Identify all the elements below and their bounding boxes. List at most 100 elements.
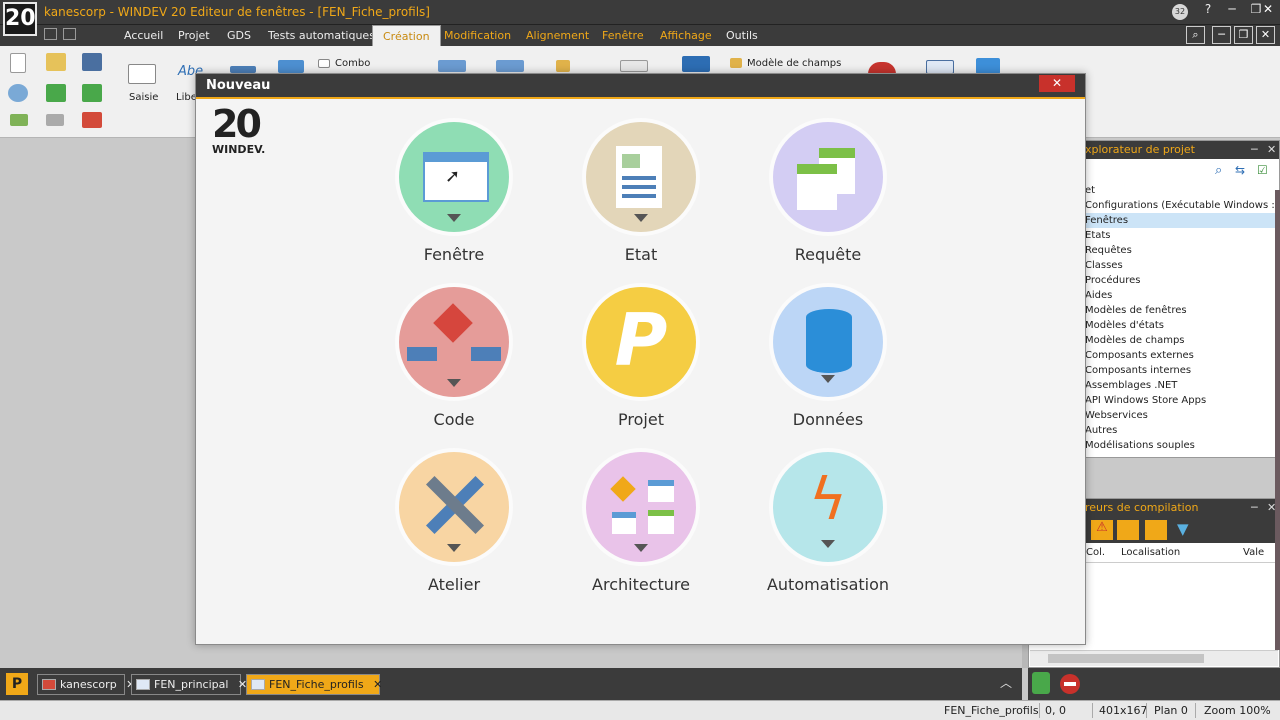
panel-close-icon[interactable]: ✕ — [1267, 141, 1276, 159]
minimize-icon[interactable]: ─ — [1222, 2, 1242, 16]
automatisation-icon[interactable]: ϟ — [773, 452, 883, 562]
structure-icon[interactable] — [82, 112, 102, 128]
code-icon[interactable] — [399, 287, 509, 397]
projet-letter: P — [614, 298, 668, 382]
internal-window-icon[interactable] — [926, 60, 954, 74]
close-window-icon[interactable]: ✕ — [1258, 2, 1278, 16]
info-icon[interactable] — [1117, 520, 1139, 540]
tile-code[interactable]: Code — [374, 287, 534, 429]
menu-fenetre[interactable]: Fenêtre — [602, 29, 644, 42]
menu-projet[interactable]: Projet — [178, 29, 210, 42]
dialog-close-button[interactable]: ✕ — [1039, 75, 1075, 92]
sync-icon[interactable]: ⇆ — [1235, 163, 1245, 177]
toolbar-field-icon[interactable] — [976, 58, 1000, 74]
save-icon[interactable] — [82, 53, 102, 71]
menu-alignement[interactable]: Alignement — [526, 29, 589, 42]
editor-background — [0, 138, 195, 665]
list-field-icon[interactable] — [496, 60, 524, 72]
search-icon[interactable]: ⌕ — [1186, 26, 1205, 44]
tab-close-icon[interactable]: ✕ — [373, 678, 382, 691]
status-position: 0, 0 — [1045, 704, 1066, 717]
window-title: kanescorp - WINDEV 20 Editeur de fenêtre… — [44, 5, 430, 19]
saisie-field-icon[interactable] — [128, 64, 156, 84]
refresh-icon[interactable] — [8, 84, 28, 102]
combo-label[interactable]: Combo — [335, 58, 370, 69]
go-icon[interactable] — [46, 84, 66, 102]
donnees-icon[interactable] — [773, 287, 883, 397]
desktop-edge — [1275, 190, 1280, 650]
tree-field-icon[interactable] — [556, 60, 570, 72]
horizontal-scrollbar[interactable] — [1030, 650, 1278, 666]
tab-label: FEN_Fiche_profils — [269, 678, 364, 691]
chevron-up-icon[interactable]: ︿ — [1000, 674, 1012, 691]
modele-champs-label[interactable]: Modèle de champs — [747, 58, 841, 69]
menu-affichage[interactable]: Affichage — [660, 29, 712, 42]
column-localisation[interactable]: Localisation — [1121, 547, 1180, 558]
restore-doc-icon[interactable]: ❐ — [1234, 26, 1253, 44]
new-document-icon[interactable] — [10, 53, 26, 73]
menu-outils[interactable]: Outils — [726, 29, 758, 42]
tile-projet[interactable]: P Projet — [561, 287, 721, 429]
tile-label: Automatisation — [766, 575, 890, 594]
tile-donnees[interactable]: Données — [748, 287, 908, 429]
tile-label: Atelier — [427, 575, 481, 594]
panel-minimize-icon[interactable]: ─ — [1251, 141, 1258, 159]
saisie-label[interactable]: Saisie — [129, 92, 158, 103]
panel-minimize-icon[interactable]: ─ — [1251, 499, 1258, 517]
tile-architecture[interactable]: Architecture — [561, 452, 721, 594]
tile-automatisation[interactable]: ϟ Automatisation — [748, 452, 908, 594]
help-icon[interactable]: ? — [1198, 2, 1218, 16]
stop-icon[interactable] — [1060, 674, 1080, 694]
checklist-icon[interactable]: ☑ — [1257, 163, 1268, 177]
image-field-icon[interactable] — [278, 60, 304, 73]
tile-atelier[interactable]: Atelier — [374, 452, 534, 594]
open-folder-icon[interactable] — [46, 53, 66, 71]
windev-app-logo[interactable]: 20 — [3, 2, 37, 36]
arch-box-top-shape — [648, 480, 674, 502]
tile-fenetre[interactable]: Fenêtre — [374, 122, 534, 264]
tile-label: Fenêtre — [423, 245, 485, 264]
grid-icon[interactable] — [44, 28, 57, 40]
menu-creation[interactable]: Création — [372, 25, 441, 46]
looper-field-icon[interactable] — [682, 56, 710, 72]
tile-etat[interactable]: Etat — [561, 122, 721, 264]
tab-field-icon[interactable] — [620, 60, 648, 72]
tab-label: kanescorp — [60, 678, 117, 691]
tile-requete[interactable]: Requête — [748, 122, 908, 264]
warning-icon[interactable]: ⚠ — [1091, 520, 1113, 540]
requete-icon[interactable] — [773, 122, 883, 232]
scrollbar-thumb[interactable] — [1048, 654, 1204, 663]
arch-box-right-shape — [648, 510, 674, 534]
search-icon[interactable]: ⌕ — [1215, 163, 1222, 178]
status-bar: FEN_Fiche_profils 0, 0 401x167 Plan 0 Zo… — [0, 700, 1280, 720]
etat-icon[interactable] — [586, 122, 696, 232]
minimize-doc-icon[interactable]: ─ — [1212, 26, 1231, 44]
menu-tests-automatiques[interactable]: Tests automatiques — [268, 29, 375, 42]
menu-accueil[interactable]: Accueil — [124, 29, 163, 42]
tab-fen-fiche-profils[interactable]: FEN_Fiche_profils ✕ — [246, 674, 382, 695]
code-icon[interactable] — [1145, 520, 1167, 540]
go-run-icon[interactable] — [1032, 672, 1050, 694]
notification-badge[interactable]: 32 — [1172, 4, 1188, 20]
projet-icon[interactable]: P — [586, 287, 696, 397]
layout-icon[interactable] — [63, 28, 76, 40]
tab-fen-principal[interactable]: FEN_principal ✕ — [131, 674, 247, 695]
project-menu-icon[interactable]: P — [6, 673, 28, 695]
tab-kanescorp[interactable]: kanescorp ✕ — [37, 674, 135, 695]
filter-icon[interactable]: ▼ — [1177, 520, 1189, 538]
column-col[interactable]: Col. — [1086, 547, 1105, 558]
table-field-icon[interactable] — [438, 60, 466, 72]
close-doc-icon[interactable]: ✕ — [1256, 26, 1275, 44]
redo-icon[interactable] — [46, 114, 64, 126]
libelle-label[interactable]: Libe — [176, 92, 197, 103]
lightning-shape: ϟ — [808, 465, 848, 533]
button-field-icon[interactable] — [230, 66, 256, 73]
menu-gds[interactable]: GDS — [227, 29, 251, 42]
nouveau-dialog: Nouveau ✕ 20 WINDEV. Fenêtre Etat Requêt… — [195, 73, 1086, 645]
menu-modification[interactable]: Modification — [444, 29, 511, 42]
column-valeur[interactable]: Vale — [1243, 547, 1264, 558]
architecture-icon[interactable] — [586, 452, 696, 562]
atelier-icon[interactable] — [399, 452, 509, 562]
undo-icon[interactable] — [10, 114, 28, 126]
go-test-icon[interactable] — [82, 84, 102, 102]
